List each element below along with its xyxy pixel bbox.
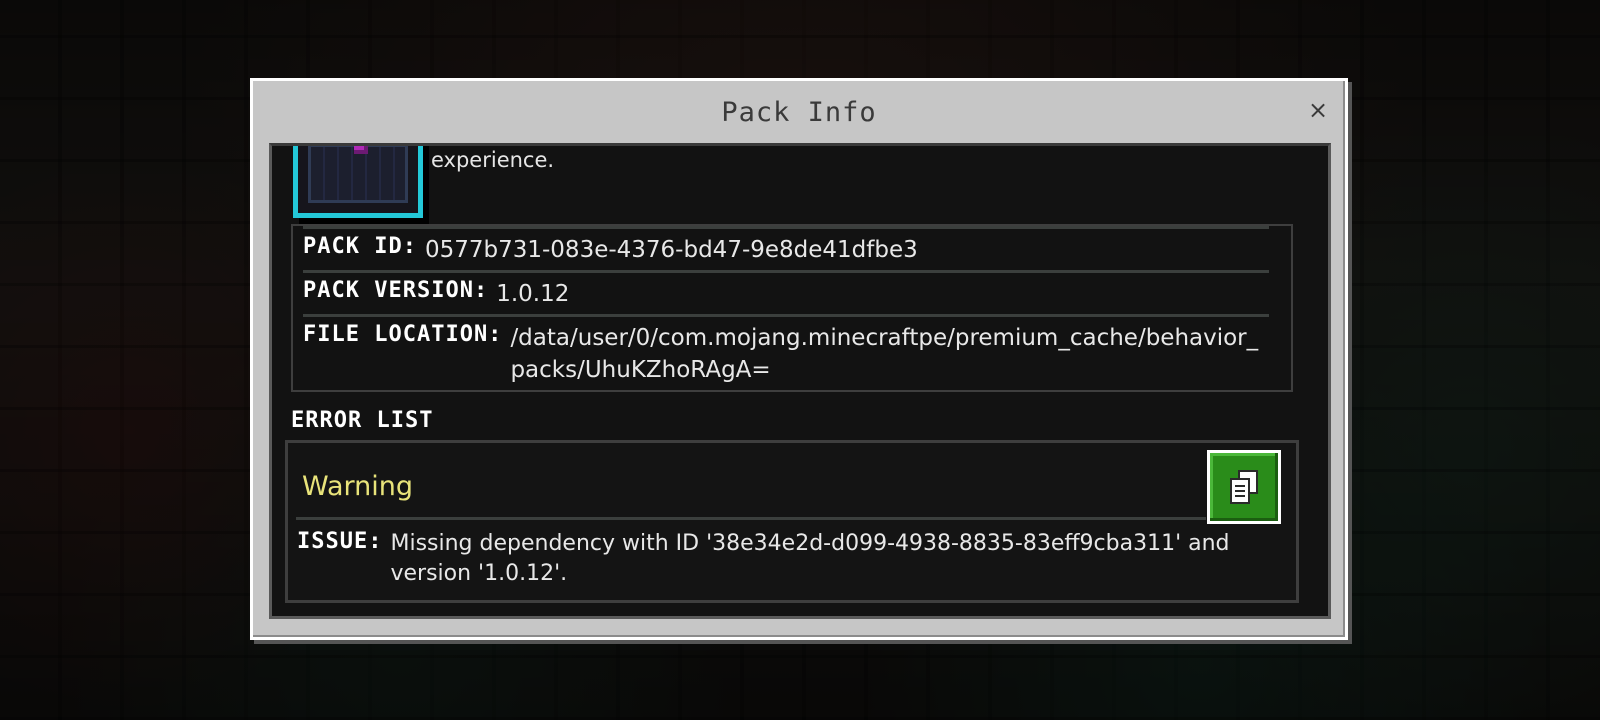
pack-id-label: PACK ID: bbox=[303, 234, 417, 259]
copy-icon bbox=[1230, 470, 1258, 504]
pack-info-dialog: Pack Info × experience. PACK ID: 0577b73… bbox=[250, 78, 1348, 640]
pack-icon bbox=[293, 146, 423, 218]
error-list-heading: ERROR LIST bbox=[291, 408, 434, 433]
pack-version-label: PACK VERSION: bbox=[303, 278, 489, 303]
dialog-title-bar: Pack Info × bbox=[253, 81, 1345, 143]
issue-label: ISSUE: bbox=[297, 529, 383, 554]
pack-version-value: 1.0.12 bbox=[496, 281, 570, 307]
error-severity: Warning bbox=[302, 471, 414, 502]
issue-row: ISSUE: Missing dependency with ID '38e34… bbox=[297, 529, 1230, 589]
divider bbox=[303, 270, 1269, 273]
divider bbox=[303, 314, 1269, 317]
copy-button[interactable] bbox=[1207, 450, 1281, 524]
pack-id-row: PACK ID: 0577b731-083e-4376-bd47-9e8de41… bbox=[303, 234, 1267, 266]
file-location-value: /data/user/0/com.mojang.minecraftpe/prem… bbox=[510, 325, 1259, 383]
pack-version-row: PACK VERSION: 1.0.12 bbox=[303, 278, 1267, 310]
pack-id-value: 0577b731-083e-4376-bd47-9e8de41dfbe3 bbox=[424, 237, 918, 263]
file-location-label: FILE LOCATION: bbox=[303, 322, 503, 347]
error-item: Warning ISSUE: Missing dependency with I… bbox=[285, 440, 1299, 603]
divider bbox=[303, 226, 1269, 229]
close-icon[interactable]: × bbox=[1305, 97, 1331, 123]
file-location-row: FILE LOCATION: /data/user/0/com.mojang.m… bbox=[303, 322, 1267, 386]
pack-info-content[interactable]: experience. PACK ID: 0577b731-083e-4376-… bbox=[269, 143, 1331, 619]
pack-metadata-box: PACK ID: 0577b731-083e-4376-bd47-9e8de41… bbox=[291, 224, 1293, 392]
divider bbox=[296, 517, 1206, 520]
dialog-title: Pack Info bbox=[721, 96, 877, 128]
issue-text: Missing dependency with ID '38e34e2d-d09… bbox=[390, 531, 1230, 586]
pack-description: experience. bbox=[431, 148, 555, 172]
